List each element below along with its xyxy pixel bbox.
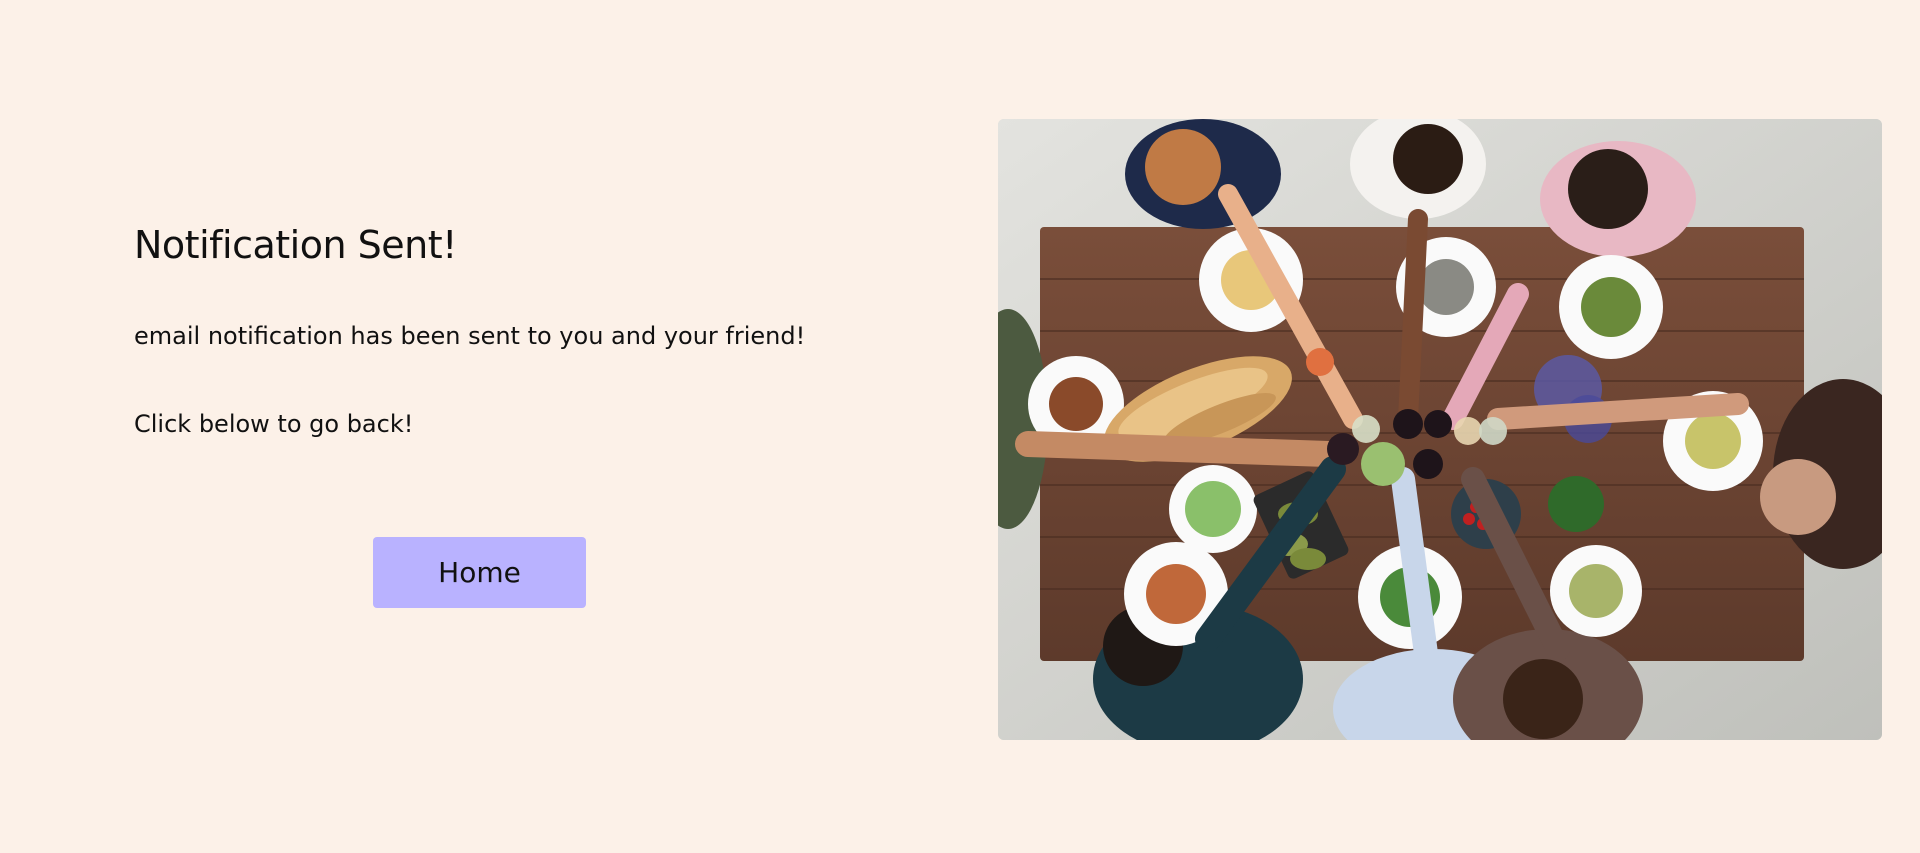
notification-page: Notification Sent! email notification ha… bbox=[0, 0, 1920, 853]
home-button[interactable]: Home bbox=[373, 537, 586, 608]
dinner-photo-illustration bbox=[998, 119, 1882, 740]
notification-message: email notification has been sent to you … bbox=[134, 322, 806, 350]
back-instruction: Click below to go back! bbox=[134, 410, 414, 438]
page-title: Notification Sent! bbox=[134, 223, 457, 267]
content-panel: Notification Sent! email notification ha… bbox=[134, 215, 894, 441]
dinner-photo bbox=[998, 119, 1882, 740]
